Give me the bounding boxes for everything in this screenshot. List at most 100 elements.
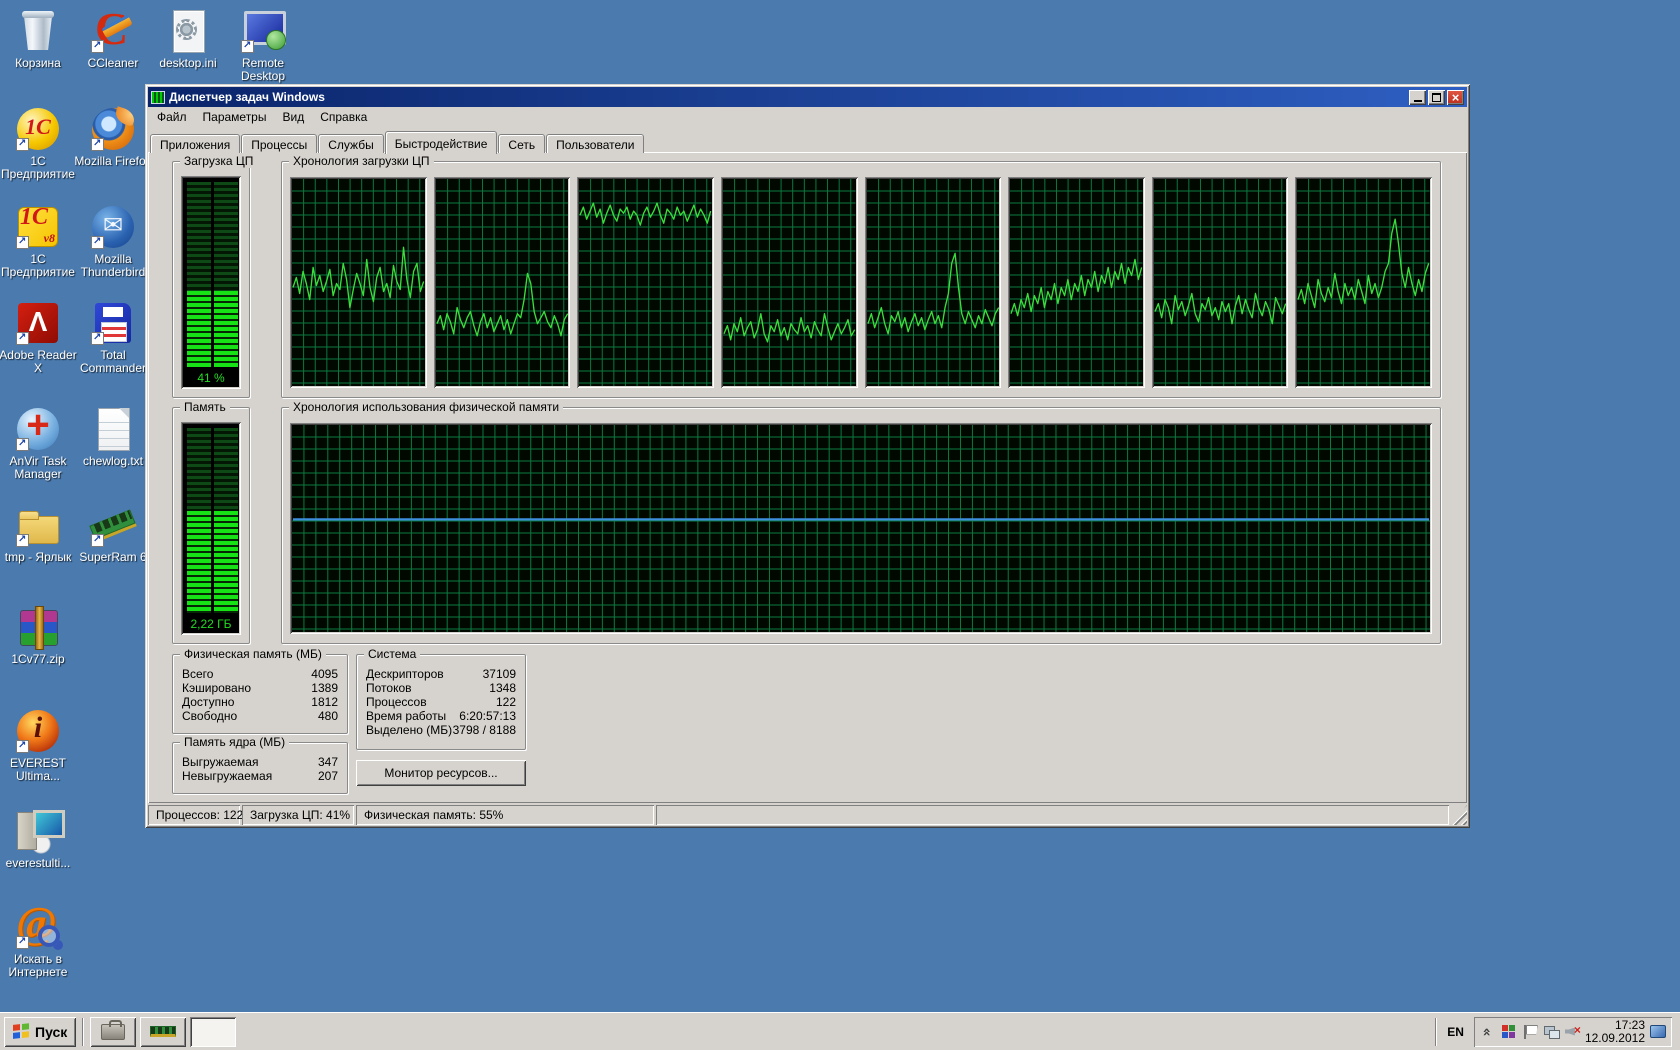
stat-label: Выделено (МБ): [366, 723, 452, 737]
tab-active[interactable]: Быстродействие: [385, 131, 498, 154]
task-manager-window: Диспетчер задач Windows ФайлПараметрыВид…: [145, 84, 1470, 828]
titlebar-buttons: [1409, 90, 1464, 105]
cpu-history-chart-4: [721, 177, 858, 388]
desktop-icon-total-commander[interactable]: Total Commander: [71, 300, 155, 375]
start-button[interactable]: Пуск: [4, 1017, 76, 1047]
memory-history-group-label: Хронология использования физической памя…: [289, 400, 563, 414]
cpu-history-charts: [290, 177, 1432, 388]
menu-item[interactable]: Вид: [274, 108, 312, 126]
cpu-led-fill: [214, 291, 238, 367]
stat-value: 122: [496, 695, 516, 709]
desktop-icon-thunderbird[interactable]: Mozilla Thunderbird: [71, 204, 155, 279]
tab-inactive[interactable]: Процессы: [241, 134, 317, 153]
shortcut-arrow-icon: [91, 138, 104, 151]
close-button[interactable]: [1447, 90, 1464, 105]
show-desktop-icon[interactable]: [1650, 1025, 1666, 1038]
anvir-icon: [15, 406, 61, 452]
tray-icons-area: 17:23 12.09.2012: [1474, 1017, 1672, 1047]
desktop-icon-rar-archive[interactable]: 1Cv77.zip: [0, 604, 80, 666]
desktop-icon-adobe-reader[interactable]: Adobe Reader X: [0, 300, 80, 375]
desktop-icon-recycle-bin[interactable]: Корзина: [0, 8, 80, 70]
taskbar-button-ram[interactable]: [140, 1017, 186, 1047]
memory-led-fill: [214, 511, 238, 613]
stat-row: Доступно1812: [176, 695, 344, 709]
start-button-label: Пуск: [35, 1024, 67, 1040]
shortcut-arrow-icon: [241, 40, 254, 53]
firefox-icon: [90, 106, 136, 152]
network-icon[interactable]: [1543, 1024, 1559, 1040]
physical-memory-group-label: Физическая память (МБ): [180, 647, 326, 661]
setup-pc-icon: [15, 808, 61, 854]
taskbar-button-task-manager[interactable]: [190, 1017, 236, 1047]
physical-memory-group: Физическая память (МБ) Всего4095Кэширова…: [172, 654, 348, 734]
memory-usage-group: Память 2,22 ГБ: [172, 407, 250, 644]
volume-muted-icon[interactable]: [1564, 1024, 1580, 1040]
status-segment: Процессов: 122: [148, 805, 240, 825]
tab-inactive[interactable]: Сеть: [498, 134, 545, 153]
desktop-icon-ini-file[interactable]: desktop.ini: [146, 8, 230, 70]
stat-label: Кэшировано: [182, 681, 251, 695]
expand-chevron-icon[interactable]: [1480, 1024, 1496, 1040]
resource-monitor-button[interactable]: Монитор ресурсов...: [356, 760, 526, 786]
performance-tab-page: Загрузка ЦП 41 % Хронология загрузки ЦП …: [148, 152, 1467, 803]
desktop-icon-web-search[interactable]: Искать в Интернете: [0, 904, 80, 979]
language-indicator[interactable]: EN: [1443, 1025, 1468, 1039]
desktop-icon-ram[interactable]: SuperRam 6: [71, 502, 155, 564]
menu-item[interactable]: Справка: [312, 108, 375, 126]
desktop-icon-label: EVEREST Ultima...: [0, 757, 80, 783]
desktop-icon-label: tmp - Ярлык: [0, 551, 80, 564]
minimize-button[interactable]: [1409, 90, 1426, 105]
desktop-icon-label: chewlog.txt: [71, 455, 155, 468]
desktop-icon-anvir[interactable]: AnVir Task Manager: [0, 406, 80, 481]
stat-row: Кэшировано1389: [176, 681, 344, 695]
desktop-icon-onec[interactable]: 1С Предприятие: [0, 106, 80, 181]
stat-value: 480: [318, 709, 338, 723]
taskbar-button-toolbox[interactable]: [90, 1017, 136, 1047]
resize-grip-icon[interactable]: [1451, 805, 1467, 825]
thunderbird-icon: [90, 204, 136, 250]
desktop-icon-label: 1С Предприятие: [0, 155, 80, 181]
rar-archive-icon: [15, 604, 61, 650]
memory-led-fill: [187, 511, 211, 613]
shortcut-arrow-icon: [91, 534, 104, 547]
adobe-reader-icon: [15, 300, 61, 346]
desktop-icon-label: Remote Desktop: [221, 57, 305, 83]
tab-inactive[interactable]: Службы: [318, 134, 383, 153]
status-segment-empty: [656, 805, 1449, 825]
menu-item[interactable]: Файл: [149, 108, 195, 126]
tray-divider: [1435, 1018, 1437, 1046]
app-cube-icon[interactable]: [1501, 1024, 1517, 1040]
tab-inactive[interactable]: Пользователи: [546, 134, 644, 153]
desktop-icon-everest[interactable]: EVEREST Ultima...: [0, 708, 80, 783]
taskbar-clock[interactable]: 17:23 12.09.2012: [1585, 1019, 1645, 1045]
desktop-icon-firefox[interactable]: Mozilla Firefox: [71, 106, 155, 168]
desktop-icon-label: SuperRam 6: [71, 551, 155, 564]
stat-value: 3798 / 8188: [453, 723, 516, 737]
desktop: КорзинаCCleanerdesktop.iniRemote Desktop…: [0, 0, 1680, 1050]
folder-icon: [15, 502, 61, 548]
stat-row: Потоков1348: [360, 681, 522, 695]
ram-icon: [90, 502, 136, 548]
taskbar-divider: [82, 1018, 84, 1046]
desktop-icon-ccleaner[interactable]: CCleaner: [71, 8, 155, 70]
tab-inactive[interactable]: Приложения: [150, 134, 240, 153]
desktop-icon-label: Искать в Интернете: [0, 953, 80, 979]
onec-v8-icon: v8: [15, 204, 61, 250]
desktop-icon-setup-pc[interactable]: everestulti...: [0, 808, 80, 870]
stat-row: Выделено (МБ)3798 / 8188: [360, 723, 522, 737]
stat-label: Процессов: [366, 695, 427, 709]
flag-icon[interactable]: [1522, 1024, 1538, 1040]
desktop-icon-onec-v8[interactable]: v81С Предприятие: [0, 204, 80, 279]
desktop-icon-text-file[interactable]: chewlog.txt: [71, 406, 155, 468]
stat-label: Невыгружаемая: [182, 769, 272, 783]
desktop-icon-folder[interactable]: tmp - Ярлык: [0, 502, 80, 564]
cpu-history-chart-8: [1295, 177, 1432, 388]
stat-value: 37109: [483, 667, 516, 681]
window-titlebar[interactable]: Диспетчер задач Windows: [148, 87, 1467, 107]
kernel-memory-group: Память ядра (МБ) Выгружаемая347Невыгружа…: [172, 742, 348, 794]
desktop-icon-label: CCleaner: [71, 57, 155, 70]
desktop-icon-remote-desktop[interactable]: Remote Desktop: [221, 8, 305, 83]
maximize-button[interactable]: [1428, 90, 1445, 105]
menu-item[interactable]: Параметры: [195, 108, 275, 126]
cpu-history-group-label: Хронология загрузки ЦП: [289, 154, 434, 168]
